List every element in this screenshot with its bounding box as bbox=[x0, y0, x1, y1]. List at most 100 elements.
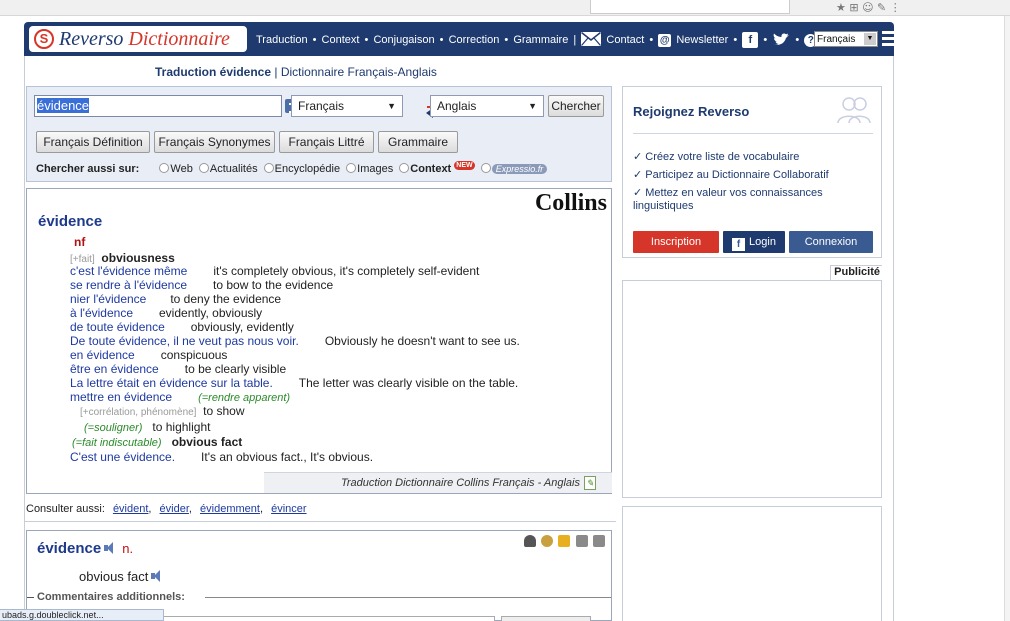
people-icon bbox=[837, 96, 871, 124]
thumbs-down-icon[interactable] bbox=[593, 535, 605, 547]
entry-line: être en évidence to be clearly visible bbox=[70, 362, 287, 376]
target-language-select[interactable]: Anglais ▼ bbox=[430, 95, 544, 117]
entry-line: [+fait] obviousness bbox=[70, 251, 175, 265]
comment-submit-button[interactable] bbox=[501, 616, 591, 621]
ad-slot[interactable] bbox=[622, 506, 882, 621]
entry-line: (=souligner) to highlight bbox=[84, 420, 211, 434]
envelope-icon[interactable] bbox=[581, 31, 602, 48]
connexion-button[interactable]: Connexion bbox=[789, 231, 873, 253]
facebook-icon: f bbox=[732, 238, 746, 251]
francais-synonymes-button[interactable]: Français Synonymes bbox=[154, 131, 275, 153]
entry-line: (=fait indiscutable) obvious fact bbox=[72, 435, 243, 449]
site-header: S Reverso Dictionnaire Traduction • Cont… bbox=[24, 22, 896, 56]
nav-grammaire[interactable]: Grammaire bbox=[513, 34, 568, 46]
nav-traduction[interactable]: Traduction bbox=[256, 34, 308, 46]
search-button[interactable]: Chercher bbox=[548, 95, 604, 117]
user-icon[interactable] bbox=[523, 535, 536, 547]
expressio-logo[interactable]: Expressio.fr bbox=[491, 164, 548, 174]
entry-line: C'est une évidence. It's an obvious fact.… bbox=[70, 450, 374, 464]
entry-line: mettre en évidence (=rendre apparent) bbox=[70, 390, 291, 404]
browser-status-bar: ubads.g.doubleclick.net... bbox=[0, 609, 164, 621]
entry-line: nier l'évidence to deny the evidence bbox=[70, 292, 282, 306]
radio-context[interactable] bbox=[399, 163, 410, 173]
collaborative-entry: évidence n. obvious fact Commentaires add… bbox=[26, 530, 612, 621]
consult-link[interactable]: évider bbox=[160, 503, 189, 515]
nav-newsletter[interactable]: Newsletter bbox=[676, 34, 728, 46]
chevron-down-icon: ▼ bbox=[864, 33, 876, 45]
search-also-options: Chercher aussi sur: Web Actualités Encyc… bbox=[36, 161, 548, 175]
entry-line: se rendre à l'évidence to bow to the evid… bbox=[70, 278, 334, 292]
francais-definition-button[interactable]: Français Définition bbox=[36, 131, 150, 153]
window-scrollbar[interactable] bbox=[1004, 16, 1010, 621]
ad-label: Publicité bbox=[830, 265, 882, 280]
divider bbox=[205, 597, 611, 598]
radio-actualites[interactable] bbox=[198, 163, 209, 173]
radio-encyclopedie[interactable] bbox=[263, 163, 274, 173]
entry-line: en évidence conspicuous bbox=[70, 348, 228, 362]
entry-line: à l'évidence evidently, obviously bbox=[70, 306, 263, 320]
menu-icon[interactable] bbox=[882, 31, 896, 47]
radio-images[interactable] bbox=[346, 163, 357, 173]
join-title: Rejoignez Reverso bbox=[633, 104, 750, 119]
entry-pos: nf bbox=[74, 235, 86, 249]
entry-line: de toute évidence obviously, evidently bbox=[70, 320, 294, 334]
divider bbox=[633, 133, 873, 134]
collins-footer: Traduction Dictionnaire Collins Français… bbox=[264, 472, 612, 493]
logo-text: Reverso Dictionnaire bbox=[59, 28, 230, 50]
entry-line: La lettre était en évidence sur la table… bbox=[70, 376, 519, 390]
twitter-icon[interactable] bbox=[772, 33, 790, 46]
dictionary-entry: Collins évidence nf [+fait] obviousness … bbox=[26, 188, 612, 494]
ad-slot[interactable] bbox=[622, 280, 882, 498]
entry-headword: évidence bbox=[38, 213, 103, 230]
page-title: Traduction évidence | Dictionnaire Franç… bbox=[155, 65, 437, 79]
entry-line: c'est l'évidence même it's completely obv… bbox=[70, 264, 480, 278]
reverso-logo-icon: S bbox=[34, 29, 54, 49]
collab-actions bbox=[522, 535, 605, 550]
language-select[interactable]: Français ▼ bbox=[814, 31, 878, 47]
entry-line: De toute évidence, il ne veut pas nous v… bbox=[70, 334, 520, 348]
consult-link[interactable]: évincer bbox=[271, 503, 306, 515]
source-language-select[interactable]: Français ▼ bbox=[291, 95, 403, 117]
collab-headword: évidence n. bbox=[37, 540, 134, 557]
consult-also: Consulter aussi: évident, évider, évidem… bbox=[26, 503, 307, 515]
francais-littre-button[interactable]: Français Littré bbox=[279, 131, 374, 153]
new-badge: NEW bbox=[454, 161, 475, 170]
nav-correction[interactable]: Correction bbox=[449, 34, 500, 46]
speaker-icon[interactable] bbox=[104, 542, 116, 554]
grammaire-button[interactable]: Grammaire bbox=[378, 131, 458, 153]
note-icon[interactable]: ✎ bbox=[584, 476, 596, 490]
chevron-down-icon: ▼ bbox=[528, 101, 537, 111]
facebook-login-button[interactable]: f Login bbox=[723, 231, 785, 253]
join-benefit: ✓ Créez votre liste de vocabulaire bbox=[633, 151, 800, 163]
radio-web[interactable] bbox=[159, 163, 170, 173]
join-benefit: ✓ Participez au Dictionnaire Collaborati… bbox=[633, 169, 829, 181]
inscription-button[interactable]: Inscription bbox=[633, 231, 719, 253]
browser-toolbar-icons[interactable]: ★ ⊞ ☺ ✎ ⋮ bbox=[836, 1, 901, 14]
nav-context[interactable]: Context bbox=[322, 34, 360, 46]
search-panel: évidence Français ▼ Anglais ▼ Chercher Fra… bbox=[26, 86, 612, 182]
comment-input[interactable] bbox=[157, 616, 495, 621]
radio-expressio[interactable] bbox=[480, 163, 491, 173]
nav-conjugaison[interactable]: Conjugaison bbox=[373, 34, 434, 46]
join-panel: Rejoignez Reverso ✓ Créez votre liste de… bbox=[622, 86, 882, 258]
consult-link[interactable]: évidemment bbox=[200, 503, 260, 515]
reverso-logo[interactable]: S Reverso Dictionnaire bbox=[29, 26, 247, 52]
consult-link[interactable]: évident bbox=[113, 503, 148, 515]
entry-line: [+corrélation, phénomène] to show bbox=[80, 404, 245, 418]
speaker-icon[interactable] bbox=[151, 570, 163, 582]
address-bar[interactable] bbox=[590, 0, 790, 14]
search-input[interactable]: évidence bbox=[34, 95, 282, 117]
join-benefit: ✓ Mettez en valeur vos connaissances lin… bbox=[633, 187, 823, 212]
facebook-icon[interactable]: f bbox=[742, 32, 759, 48]
thumbs-up-icon[interactable] bbox=[575, 535, 588, 547]
top-navigation: Traduction • Context • Conjugaison • Cor… bbox=[256, 31, 819, 48]
star-icon[interactable] bbox=[558, 535, 571, 547]
divider bbox=[24, 521, 616, 522]
chevron-down-icon: ▼ bbox=[387, 101, 396, 111]
at-icon: @ bbox=[658, 33, 672, 47]
nav-contact[interactable]: Contact bbox=[606, 34, 644, 46]
collins-logo: Collins bbox=[534, 190, 607, 216]
settings-icon[interactable] bbox=[540, 535, 553, 547]
collab-translation: obvious fact bbox=[79, 569, 163, 584]
browser-toolbar: ★ ⊞ ☺ ✎ ⋮ bbox=[0, 0, 1010, 16]
